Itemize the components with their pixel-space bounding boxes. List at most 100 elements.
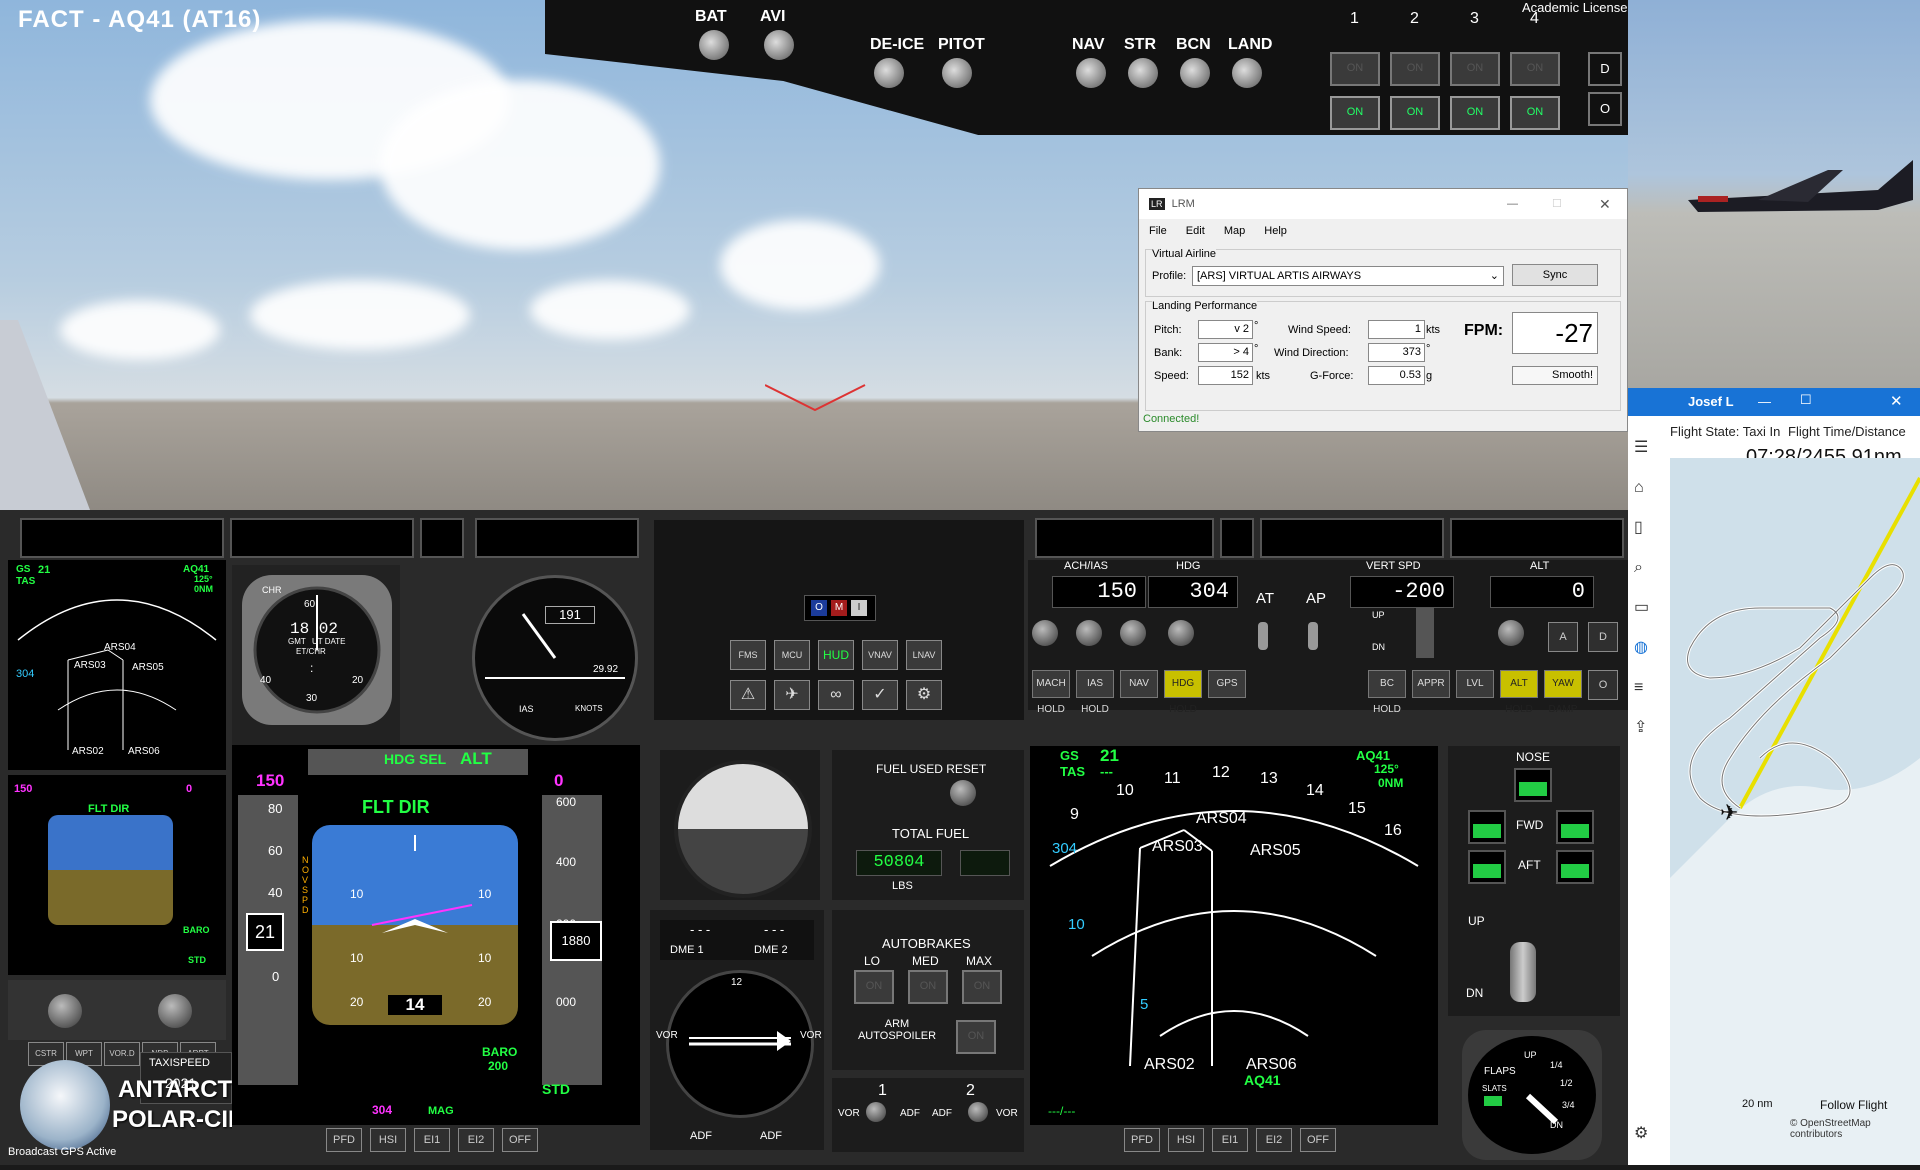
hsi-mode-button[interactable]: HSI — [370, 1128, 406, 1152]
engine-3-upper-button[interactable]: ON — [1450, 52, 1500, 86]
nd-off-button[interactable]: OFF — [1300, 1128, 1336, 1152]
mode-knob[interactable] — [158, 994, 192, 1028]
autobrakes-med-button[interactable]: ON — [908, 970, 948, 1004]
alt-knob[interactable] — [1498, 620, 1524, 646]
bank-degree: ° — [1254, 343, 1259, 355]
menu-file[interactable]: File — [1149, 225, 1167, 237]
settings-icon[interactable]: ⚙ — [1634, 1123, 1648, 1143]
ias-hold-button[interactable]: IAS HOLD — [1076, 670, 1114, 715]
nd-pfd-button[interactable]: PFD — [1124, 1128, 1160, 1152]
autobrakes-lo-button[interactable]: ON — [854, 970, 894, 1004]
share-icon[interactable]: ⇪ — [1634, 708, 1664, 748]
menu-map[interactable]: Map — [1224, 225, 1245, 237]
menu-icon[interactable]: ☰ — [1634, 428, 1664, 468]
gps-button[interactable]: GPS — [1208, 670, 1246, 698]
toggle-pitot[interactable] — [942, 58, 972, 88]
ias-knob[interactable] — [1076, 620, 1102, 646]
home-icon[interactable]: ⌂ — [1634, 468, 1664, 508]
fms-button[interactable]: FMS — [730, 640, 766, 670]
ei1-mode-button[interactable]: EI1 — [414, 1128, 450, 1152]
a-button[interactable]: A — [1548, 622, 1578, 652]
ias-sel-knob[interactable] — [1120, 620, 1146, 646]
arm-autospoiler-button[interactable]: ON — [956, 1020, 996, 1054]
hdg-hold-button[interactable]: HDG HOLD — [1164, 670, 1202, 715]
engine-3-lower-button[interactable]: ON — [1450, 96, 1500, 130]
engine-4-upper-button[interactable]: ON — [1510, 52, 1560, 86]
engine-1-lower-button[interactable]: ON — [1330, 96, 1380, 130]
nd-ei1-button[interactable]: EI1 — [1212, 1128, 1248, 1152]
autopilot-toggle[interactable] — [1308, 622, 1318, 650]
o-button[interactable]: O — [1588, 670, 1618, 700]
hdg-knob[interactable] — [1168, 620, 1194, 646]
nd-hsi-button[interactable]: HSI — [1168, 1128, 1204, 1152]
lrm-maximize-icon[interactable]: ☐ — [1552, 189, 1562, 219]
profile-select[interactable]: [ARS] VIRTUAL ARTIS AIRWAYS ⌄ — [1192, 266, 1504, 286]
pfd-mode-button[interactable]: PFD — [326, 1128, 362, 1152]
bc-hold-button[interactable]: BC HOLD — [1368, 670, 1406, 715]
mach-sel-knob[interactable] — [1032, 620, 1058, 646]
vs-wheel[interactable] — [1416, 608, 1434, 658]
lnav-button[interactable]: LNAV — [906, 640, 942, 670]
tracker-sidebar: ☰ ⌂ ▯ ⌕ ▭ ◍ ≡ ⇪ — [1634, 428, 1664, 758]
off-mode-button[interactable]: OFF — [502, 1128, 538, 1152]
follow-flight-toggle[interactable]: Follow Flight — [1820, 1098, 1887, 1112]
lrm-close-icon[interactable]: ✕ — [1599, 189, 1611, 219]
overhead-d-button[interactable]: D — [1588, 52, 1622, 86]
vord-button[interactable]: VOR.D — [104, 1042, 140, 1066]
minimize-icon[interactable]: — — [1758, 394, 1771, 409]
hud-button[interactable]: HUD — [818, 640, 854, 670]
engine-2-upper-button[interactable]: ON — [1390, 52, 1440, 86]
page-icon[interactable]: ▭ — [1634, 588, 1664, 628]
nav1-selector[interactable] — [866, 1102, 886, 1122]
range-knob[interactable] — [48, 994, 82, 1028]
alt-hold-button[interactable]: ALT HOLD — [1500, 670, 1538, 715]
autobrakes-max-button[interactable]: ON — [962, 970, 1002, 1004]
wind-speed-label: Wind Speed: — [1288, 324, 1351, 336]
document-icon[interactable]: ▯ — [1634, 508, 1664, 548]
appr-button[interactable]: APPR — [1412, 670, 1450, 698]
airspeed-indicator: 191 29.92 IAS KNOTS — [472, 575, 638, 741]
nd-ei2-button[interactable]: EI2 — [1256, 1128, 1292, 1152]
gear-icon[interactable]: ⚙ — [906, 680, 942, 710]
toggle-str[interactable] — [1128, 58, 1158, 88]
toggle-bat[interactable] — [699, 30, 729, 60]
nav2-selector[interactable] — [968, 1102, 988, 1122]
toggle-land[interactable] — [1232, 58, 1262, 88]
flaps-lever[interactable] — [1468, 1036, 1596, 1154]
yaw-damp-button[interactable]: YAW DAMP — [1544, 670, 1582, 715]
d-button[interactable]: D — [1588, 622, 1618, 652]
close-icon[interactable]: ✕ — [1890, 392, 1903, 410]
overhead-o-button[interactable]: O — [1588, 92, 1622, 126]
autopilot-icon[interactable]: ⚠ — [730, 680, 766, 710]
satellite-icon[interactable]: ✈ — [774, 680, 810, 710]
toggle-de-ice[interactable] — [874, 58, 904, 88]
menu-help[interactable]: Help — [1264, 225, 1287, 237]
toggle-avi[interactable] — [764, 30, 794, 60]
menu-edit[interactable]: Edit — [1186, 225, 1205, 237]
autothrottle-toggle[interactable] — [1258, 622, 1268, 650]
nav-button[interactable]: NAV — [1120, 670, 1158, 698]
lrm-minimize-icon[interactable]: — — [1507, 189, 1518, 219]
maximize-icon[interactable]: ☐ — [1800, 392, 1812, 408]
link-icon[interactable]: ∞ — [818, 680, 854, 710]
vnav-button[interactable]: VNAV — [862, 640, 898, 670]
engine-4-lower-button[interactable]: ON — [1510, 96, 1560, 130]
sync-button[interactable]: Sync — [1512, 264, 1598, 286]
engine-1-upper-button[interactable]: ON — [1330, 52, 1380, 86]
outer-marker-light: O — [811, 600, 827, 616]
toggle-nav[interactable] — [1076, 58, 1106, 88]
globe-icon[interactable]: ◍ — [1634, 628, 1664, 668]
flight-time-label: Flight Time/Distance — [1788, 424, 1906, 439]
engine-2-lower-button[interactable]: ON — [1390, 96, 1440, 130]
map-view[interactable]: ✈ 20 nm Follow Flight © OpenStreetMap co… — [1670, 458, 1920, 1165]
list-icon[interactable]: ≡ — [1634, 668, 1664, 708]
lvl-button[interactable]: LVL — [1456, 670, 1494, 698]
mach-hold-button[interactable]: MACH HOLD — [1032, 670, 1070, 715]
checklist-icon[interactable]: ✓ — [862, 680, 898, 710]
toggle-bcn[interactable] — [1180, 58, 1210, 88]
mcu-button[interactable]: MCU — [774, 640, 810, 670]
search-icon[interactable]: ⌕ — [1634, 548, 1664, 588]
fuel-reset-button[interactable] — [950, 780, 976, 806]
ei2-mode-button[interactable]: EI2 — [458, 1128, 494, 1152]
gear-lever[interactable] — [1510, 942, 1536, 1002]
